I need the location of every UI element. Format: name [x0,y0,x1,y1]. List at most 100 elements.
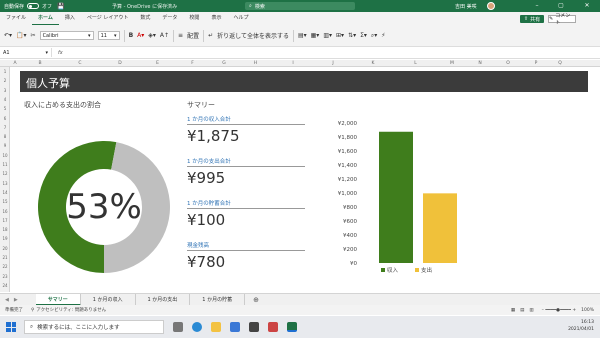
sheet-tab-expense[interactable]: 1 か月の支出 [136,293,191,306]
taskbar-search[interactable]: ⌕ 検索するには、ここに入力します [24,320,164,334]
store-icon[interactable] [249,322,259,332]
row-header-8[interactable]: 8 [0,134,10,139]
undo-icon[interactable]: ↶▾ [4,32,12,39]
row-header-10[interactable]: 10 [0,153,10,158]
row-header-16[interactable]: 16 [0,209,10,214]
name-box[interactable]: A1 ▾ [0,48,52,57]
cut-icon[interactable]: ✂ [31,32,36,39]
zoom-slider[interactable]: – ━━━━●━━━━ + [542,308,576,313]
column-header-N[interactable]: N [466,60,494,67]
insert-cells-button[interactable]: ⊞▾ [336,32,344,39]
comment-button[interactable]: ✎ コメント [548,13,576,26]
office-icon[interactable] [268,322,278,332]
sum-button[interactable]: Σ▾ [360,32,367,39]
normal-view-icon[interactable]: ▦ [511,308,515,313]
menu-tab-home[interactable]: ホーム [32,12,59,25]
bold-button[interactable]: B [129,32,134,39]
row-header-6[interactable]: 6 [0,116,10,121]
column-header-K[interactable]: K [353,60,393,67]
close-button[interactable]: ✕ [578,0,596,12]
find-button[interactable]: ⌕▾ [371,32,377,40]
chevron-left-icon[interactable]: ◀ [5,297,9,303]
column-header-L[interactable]: L [393,60,438,67]
maximize-button[interactable]: ▢ [552,0,570,12]
row-header-1[interactable]: 1 [0,69,10,74]
avatar[interactable] [487,2,495,10]
bar-expense[interactable] [423,193,457,263]
row-header-14[interactable]: 14 [0,190,10,195]
menu-tab-help[interactable]: ヘルプ [227,12,254,25]
column-header-Q[interactable]: Q [550,60,570,67]
row-header-17[interactable]: 17 [0,218,10,223]
fx-icon[interactable]: fx [58,50,63,56]
autosave-toggle[interactable] [27,3,40,9]
row-header-11[interactable]: 11 [0,162,10,167]
row-header-7[interactable]: 7 [0,125,10,130]
row-header-2[interactable]: 2 [0,78,10,83]
font-name-select[interactable]: Calibri ▾ [39,31,94,40]
column-header-D[interactable]: D [100,60,140,67]
system-tray[interactable]: 16:13 2021/04/01 [568,319,594,333]
edge-icon[interactable] [192,322,202,332]
column-header-E[interactable]: E [140,60,175,67]
file-explorer-icon[interactable] [211,322,221,332]
save-icon[interactable]: 💾 [57,3,64,10]
row-header-21[interactable]: 21 [0,255,10,260]
column-header-M[interactable]: M [438,60,466,67]
wrap-text-button[interactable]: 折り返して全体を表示する [217,31,289,40]
row-header-4[interactable]: 4 [0,97,10,102]
excel-icon[interactable] [287,322,297,332]
column-header-O[interactable]: O [494,60,522,67]
cell-styles-button[interactable]: ▥▾ [323,32,332,39]
menu-tab-file[interactable]: ファイル [0,12,32,25]
row-header-19[interactable]: 19 [0,236,10,241]
row-header-15[interactable]: 15 [0,199,10,204]
menu-tab-insert[interactable]: 挿入 [59,12,81,25]
chevron-right-icon[interactable]: ▶ [14,297,18,303]
row-header-12[interactable]: 12 [0,171,10,176]
sort-filter-button[interactable]: ⇅▾ [348,32,356,39]
sheet-tab-summary[interactable]: サマリー [35,293,81,306]
column-header-H[interactable]: H [238,60,273,67]
bar-income[interactable] [379,131,413,263]
sheet-tab-savings[interactable]: 1 か月の貯蓄 [190,293,246,306]
user-name[interactable]: 吉田 美咲 [455,3,477,10]
row-header-23[interactable]: 23 [0,274,10,279]
donut-chart[interactable]: 53% [36,139,172,275]
task-view-icon[interactable] [173,322,183,332]
status-accessibility[interactable]: アクセシビリティ: 問題ありません [36,307,106,313]
column-header-P[interactable]: P [522,60,550,67]
mail-icon[interactable] [230,322,240,332]
minimize-button[interactable]: – [528,0,546,12]
number-format-button[interactable]: ▤▾ [298,32,307,39]
column-header-J[interactable]: J [313,60,353,67]
column-header-A[interactable]: A [10,60,20,67]
font-color-button[interactable]: A▾ [137,32,144,39]
align-button[interactable]: 配置 [187,31,199,40]
menu-tab-view[interactable]: 表示 [205,12,227,25]
row-header-9[interactable]: 9 [0,143,10,148]
search-box[interactable]: ⌕ 検索 [245,2,355,10]
row-header-24[interactable]: 24 [0,283,10,288]
bar-chart[interactable]: ¥0 ¥200 ¥400 ¥600 ¥800 ¥1,000 ¥1,200 ¥1,400 ¥1,6… [315,115,475,285]
formula-input[interactable] [67,48,600,57]
column-header-C[interactable]: C [60,60,100,67]
add-sheet-icon[interactable]: ⊕ [253,296,259,304]
row-header-18[interactable]: 18 [0,227,10,232]
column-header-B[interactable]: B [20,60,60,67]
row-header-13[interactable]: 13 [0,181,10,186]
worksheet[interactable]: 個人予算 収入に占める支出の割合 サマリー 53% 1 か月の収入合計 ¥1,8… [10,67,590,292]
menu-tab-review[interactable]: 校閲 [183,12,205,25]
paste-icon[interactable]: 📋▾ [16,32,26,39]
column-header-I[interactable]: I [273,60,313,67]
row-header-5[interactable]: 5 [0,106,10,111]
row-header-3[interactable]: 3 [0,88,10,93]
zoom-level[interactable]: 100% [581,308,594,313]
row-header-22[interactable]: 22 [0,264,10,269]
share-button[interactable]: ⇪ 共有 [520,15,544,23]
menu-tab-data[interactable]: データ [156,12,183,25]
column-header-F[interactable]: F [175,60,210,67]
font-size-select[interactable]: 11 ▾ [97,31,120,40]
autosave[interactable]: 自動保存 オフ [4,3,52,10]
menu-tab-page-layout[interactable]: ページ レイアウト [81,12,135,25]
